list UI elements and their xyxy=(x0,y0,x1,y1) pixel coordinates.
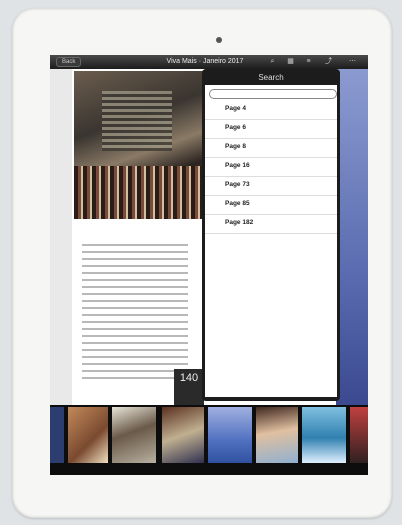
article-photo xyxy=(74,71,204,219)
page-title: Viva Mais · Janeiro 2017 xyxy=(166,58,244,65)
result-label: Page 6 xyxy=(225,124,246,131)
list-icon[interactable]: ≡ xyxy=(304,57,313,66)
page-thumbnail-strip xyxy=(50,405,368,475)
result-item[interactable]: Page 16 xyxy=(205,158,337,177)
result-label: Page 8 xyxy=(225,143,246,150)
search-icon[interactable]: ⌕ xyxy=(268,57,277,66)
back-button[interactable]: Back xyxy=(56,57,82,67)
result-label: Page 16 xyxy=(225,162,250,169)
search-results: Page 4 Page 6 Page 8 Page 16 Page 73 Pag… xyxy=(205,101,337,234)
result-label: Page 182 xyxy=(225,219,254,226)
photo-building xyxy=(102,91,172,151)
search-panel: Page 4 Page 6 Page 8 Page 16 Page 73 Pag… xyxy=(205,85,337,397)
article-text xyxy=(82,239,188,384)
camera-dot xyxy=(216,37,222,43)
page-thumbnail[interactable] xyxy=(50,407,64,463)
result-item[interactable]: Page 85 xyxy=(205,196,337,215)
more-icon[interactable]: ⋯ xyxy=(348,57,357,66)
page-thumbnail[interactable] xyxy=(350,407,368,463)
result-item[interactable]: Page 182 xyxy=(205,215,337,234)
photo-crowd xyxy=(74,166,204,219)
page-thumbnail[interactable] xyxy=(68,407,108,463)
result-label: Page 4 xyxy=(225,105,246,112)
result-item[interactable]: Page 4 xyxy=(205,101,337,120)
page-badge-number: 140 xyxy=(179,372,199,384)
search-popover: Search Page 4 Page 6 Page 8 Page 16 Page… xyxy=(202,69,340,401)
result-item[interactable]: Page 73 xyxy=(205,177,337,196)
page-thumbnail[interactable] xyxy=(302,407,346,463)
result-item[interactable]: Page 8 xyxy=(205,139,337,158)
top-toolbar: Back Viva Mais · Janeiro 2017 ⌕ ▦ ≡ ⤴ ⋯ xyxy=(50,55,368,69)
result-item[interactable]: Page 6 xyxy=(205,120,337,139)
page-number-badge: 140 xyxy=(174,369,204,405)
page-thumbnail[interactable] xyxy=(208,407,252,463)
page-thumbnail[interactable] xyxy=(162,407,204,463)
result-label: Page 85 xyxy=(225,200,250,207)
app-screen: Back Viva Mais · Janeiro 2017 ⌕ ▦ ≡ ⤴ ⋯ … xyxy=(50,55,368,475)
search-title: Search xyxy=(258,73,284,82)
share-icon[interactable]: ⤴ xyxy=(324,57,333,66)
page-thumbnail[interactable] xyxy=(112,407,156,463)
result-label: Page 73 xyxy=(225,181,250,188)
search-input[interactable] xyxy=(209,89,337,99)
page-margin xyxy=(50,69,72,405)
page-thumbnail[interactable] xyxy=(256,407,298,463)
right-page-edge xyxy=(336,69,368,405)
grid-icon[interactable]: ▦ xyxy=(286,57,295,66)
